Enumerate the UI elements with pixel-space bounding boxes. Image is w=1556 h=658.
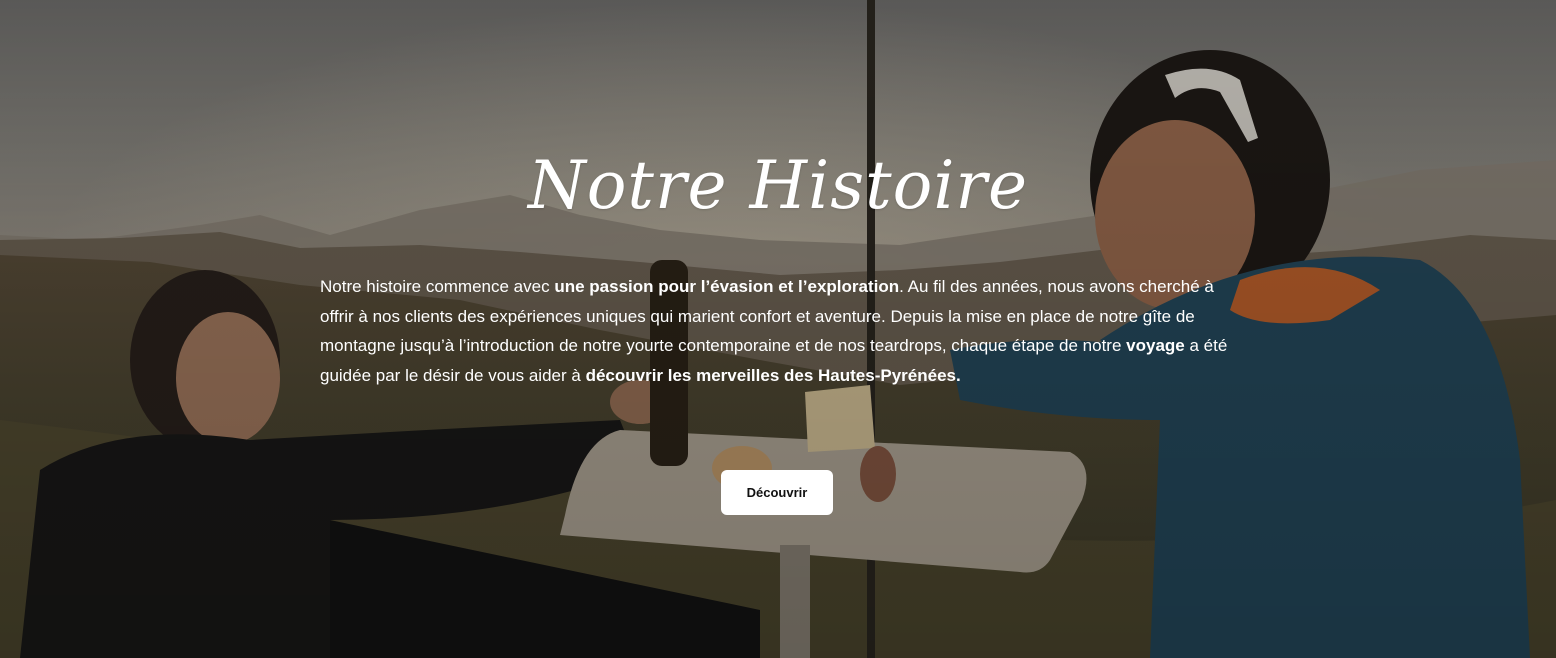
story-emphasis: voyage [1126, 336, 1185, 355]
story-emphasis: une passion pour l’évasion et l’explorat… [554, 277, 900, 296]
discover-button[interactable]: Découvrir [721, 470, 833, 515]
hero-section: Notre Histoire Notre histoire commence a… [0, 0, 1556, 658]
page-title: Notre Histoire [527, 147, 1029, 224]
story-text: Notre histoire commence avec [320, 277, 555, 296]
story-emphasis: découvrir les merveilles des Hautes-Pyré… [585, 365, 961, 385]
story-paragraph: Notre histoire commence avec une passion… [320, 272, 1232, 390]
